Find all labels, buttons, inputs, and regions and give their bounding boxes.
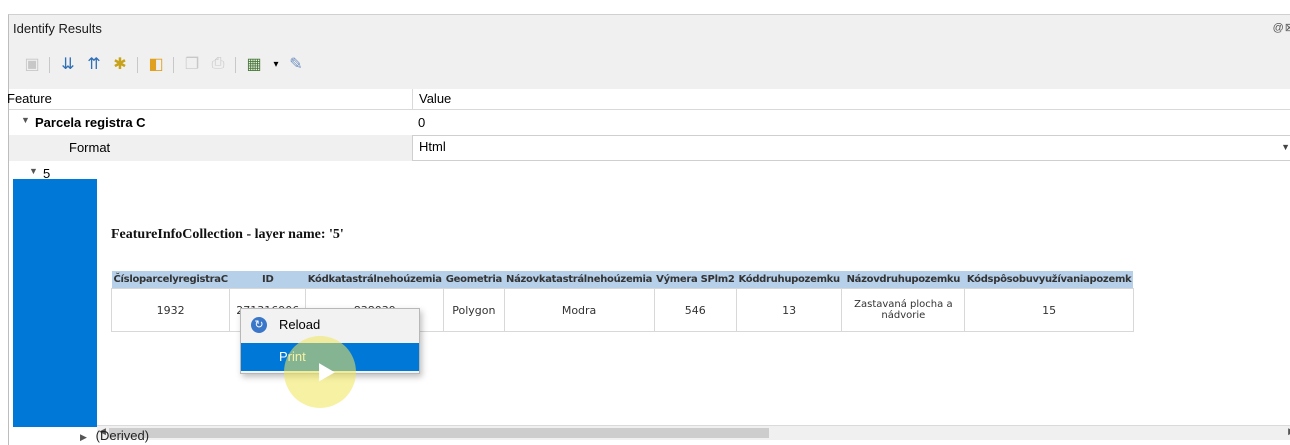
table-header-row: ČísloparcelyregistraC ID Kódkatastrálneh… [111, 271, 1134, 289]
panel-title: Identify Results [13, 21, 102, 36]
table-cell: Polygon [443, 288, 505, 332]
format-value: Html [419, 139, 446, 154]
expand-new-icon[interactable]: ✱ [109, 53, 131, 75]
separator [173, 57, 174, 73]
derived-label: (Derived) [95, 428, 150, 443]
column-header: Geometria [443, 271, 505, 289]
collapse-tree-icon[interactable]: ⇈ [83, 53, 105, 75]
column-header: Kódkatastrálnehoúzemia [305, 271, 444, 289]
separator [137, 57, 138, 73]
separator [49, 57, 50, 73]
column-header: Kóddruhupozemku [736, 271, 842, 289]
identify-results-panel: Identify Results @⊠ ▣ ⇊ ⇈ ✱ ◧ ❐ ⎙ ▦ ▾ ✎ … [7, 14, 1290, 445]
feature-column-header[interactable]: Feature [7, 91, 52, 106]
format-row: Format Html ▼ [9, 135, 1290, 161]
table-cell: Modra [503, 288, 655, 332]
column-header: Kódspôsobuvyužívaniapozemk [964, 271, 1134, 289]
table-cell: 546 [653, 288, 737, 332]
chevron-down-icon[interactable]: ▼ [29, 166, 41, 176]
layer-row[interactable]: ▼ Parcela registra C 0 [9, 113, 1290, 133]
format-label: Format [69, 140, 111, 155]
table-cell: 1932 [110, 288, 231, 332]
chevron-down-icon[interactable]: ▼ [1281, 136, 1290, 158]
reload-icon: ↻ [251, 317, 267, 333]
reload-menu-item[interactable]: ↻ Reload [241, 311, 419, 339]
toolbar: ▣ ⇊ ⇈ ✱ ◧ ❐ ⎙ ▦ ▾ ✎ [9, 45, 1290, 85]
chevron-right-icon[interactable]: ▶ [80, 432, 92, 443]
value-column-header[interactable]: Value [412, 89, 451, 109]
column-header: Výmera SPlm2 [654, 271, 737, 289]
select-features-icon[interactable]: ▦ [243, 53, 265, 75]
html-view[interactable]: FeatureInfoCollection - layer name: '5' … [97, 179, 1290, 427]
format-combobox[interactable]: Html ▼ [412, 135, 1290, 161]
reload-label: Reload [279, 317, 321, 332]
tree-header: Feature Value [7, 89, 1290, 110]
chevron-down-icon[interactable]: ▼ [21, 115, 33, 125]
print-icon[interactable]: ⎙ [207, 53, 229, 75]
expand-icon[interactable]: ▣ [21, 53, 43, 75]
clear-results-icon[interactable]: ◧ [145, 53, 167, 75]
horizontal-scrollbar[interactable]: ◀ ▶ [97, 425, 1290, 440]
html-heading: FeatureInfoCollection - layer name: '5' [111, 227, 344, 242]
column-header: Názovkatastrálnehoúzemia [504, 271, 655, 289]
help-icon[interactable]: ✎ [285, 53, 307, 75]
separator [235, 57, 236, 73]
expand-tree-icon[interactable]: ⇊ [57, 53, 79, 75]
column-header: ID [229, 271, 306, 289]
derived-row[interactable]: ▶ (Derived) [80, 428, 149, 443]
chevron-down-icon[interactable]: ▾ [265, 53, 287, 75]
table-cell: Zastavaná plocha a nádvorie [841, 288, 966, 332]
selection-highlight [13, 179, 97, 427]
layer-name: Parcela registra C [35, 115, 146, 130]
column-header: Názovdruhupozemku [841, 271, 965, 289]
title-bar: Identify Results @⊠ [9, 15, 1290, 43]
scrollbar-thumb[interactable] [109, 428, 769, 438]
column-header: ČísloparcelyregistraC [111, 271, 230, 289]
table-cell: 13 [735, 288, 843, 332]
copy-icon[interactable]: ❐ [181, 53, 203, 75]
table-cell: 15 [964, 288, 1134, 332]
layer-value: 0 [418, 115, 426, 130]
window-controls[interactable]: @⊠ [1273, 21, 1290, 34]
